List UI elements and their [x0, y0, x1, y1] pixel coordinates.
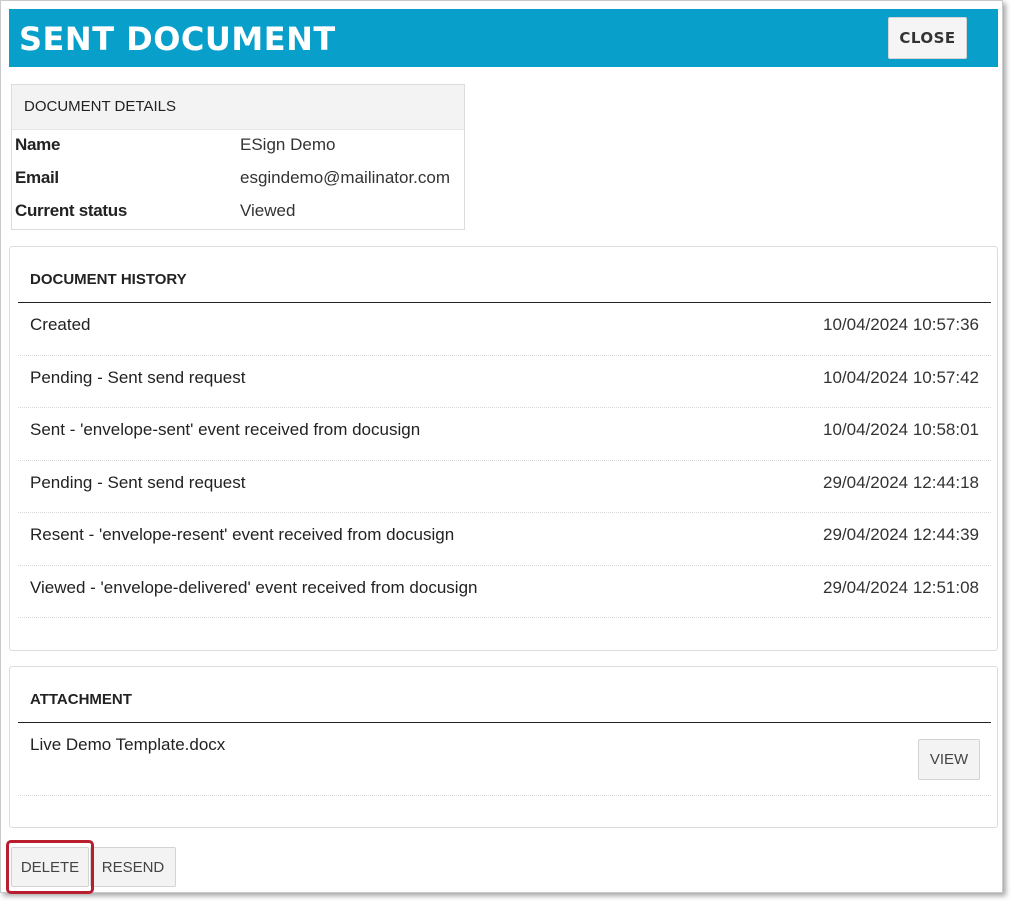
history-row: Sent - 'envelope-sent' event received fr… — [18, 408, 991, 461]
detail-label: Email — [15, 168, 59, 187]
dialog-titlebar: SENT DOCUMENT CLOSE — [9, 9, 998, 67]
document-details-panel: DOCUMENT DETAILS Name ESign Demo Email e… — [11, 84, 465, 230]
detail-value: ESign Demo — [240, 135, 336, 154]
detail-row-status: Current status Viewed — [12, 196, 464, 229]
history-timestamp: 10/04/2024 10:57:36 — [823, 315, 979, 334]
close-button[interactable]: CLOSE — [888, 17, 967, 59]
detail-row-name: Name ESign Demo — [12, 130, 464, 163]
history-timestamp: 10/04/2024 10:58:01 — [823, 420, 979, 439]
history-timestamp: 29/04/2024 12:44:18 — [823, 472, 979, 492]
history-row: Created 10/04/2024 10:57:36 — [18, 303, 991, 356]
attachment-header: ATTACHMENT — [18, 677, 991, 723]
history-row: Pending - Sent send request 10/04/2024 1… — [18, 356, 991, 408]
dialog-title: SENT DOCUMENT — [19, 20, 336, 58]
history-event: Pending - Sent send request — [30, 472, 246, 492]
detail-label: Current status — [15, 201, 127, 220]
history-row: Viewed - 'envelope-delivered' event rece… — [18, 566, 991, 618]
resend-button[interactable]: RESEND — [90, 847, 176, 887]
history-timestamp: 10/04/2024 10:57:42 — [823, 367, 979, 387]
attachment-panel: ATTACHMENT Live Demo Template.docx VIEW — [9, 666, 998, 828]
history-event: Resent - 'envelope-resent' event receive… — [30, 525, 455, 544]
history-timestamp: 29/04/2024 12:44:39 — [823, 525, 979, 544]
history-event: Sent - 'envelope-sent' event received fr… — [30, 420, 421, 439]
document-details-header: DOCUMENT DETAILS — [12, 85, 464, 130]
history-list: Created 10/04/2024 10:57:36 Pending - Se… — [18, 303, 991, 618]
history-row: Resent - 'envelope-resent' event receive… — [18, 513, 991, 566]
history-event: Viewed - 'envelope-delivered' event rece… — [30, 577, 478, 597]
history-row: Pending - Sent send request 29/04/2024 1… — [18, 461, 991, 513]
attachment-file-name: Live Demo Template.docx — [30, 735, 226, 754]
document-history-header: DOCUMENT HISTORY — [18, 257, 991, 303]
history-event: Created — [30, 315, 91, 334]
detail-value: Viewed — [240, 201, 296, 220]
detail-row-email: Email esgindemo@mailinator.com — [12, 163, 464, 196]
detail-label: Name — [15, 135, 61, 154]
delete-button[interactable]: DELETE — [11, 847, 89, 887]
history-timestamp: 29/04/2024 12:51:08 — [823, 577, 979, 597]
document-history-panel: DOCUMENT HISTORY Created 10/04/2024 10:5… — [9, 246, 998, 651]
history-event: Pending - Sent send request — [30, 367, 246, 387]
sent-document-dialog: SENT DOCUMENT CLOSE DOCUMENT DETAILS Nam… — [0, 0, 1003, 894]
detail-value: esgindemo@mailinator.com — [240, 168, 451, 187]
attachment-row: Live Demo Template.docx VIEW — [18, 723, 991, 796]
view-attachment-button[interactable]: VIEW — [918, 739, 980, 780]
